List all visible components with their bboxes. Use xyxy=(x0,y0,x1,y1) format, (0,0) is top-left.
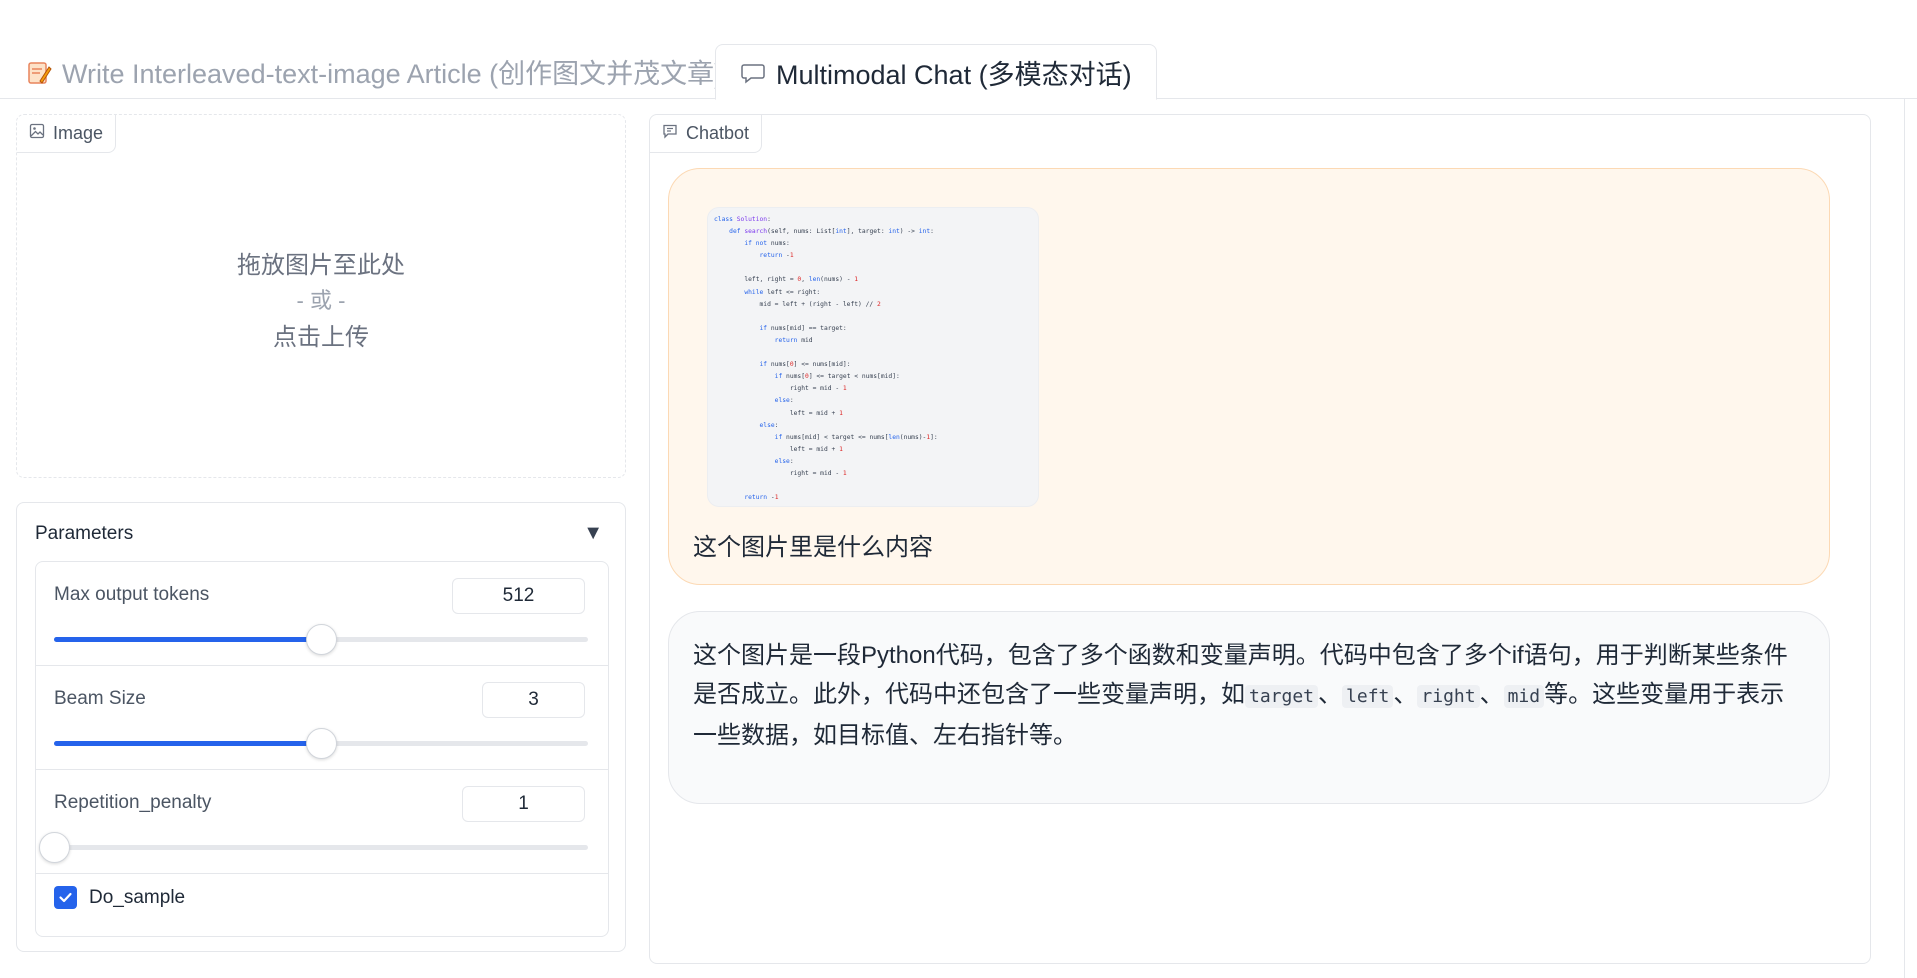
do-sample-label: Do_sample xyxy=(89,886,186,908)
bot-message-bubble: 这个图片是一段Python代码，包含了多个函数和变量声明。代码中包含了多个if语… xyxy=(668,611,1830,804)
image-upload-dropzone[interactable]: Image 拖放图片至此处 - 或 - 点击上传 xyxy=(16,114,626,478)
inline-code-mid: mid xyxy=(1503,685,1545,708)
max-output-tokens-slider-block: Max output tokens 512 xyxy=(36,562,608,666)
parameters-title[interactable]: Parameters xyxy=(35,523,133,545)
separator: 、 xyxy=(1393,681,1418,708)
repetition-penalty-input[interactable]: 1 xyxy=(462,786,585,822)
upload-click-text: 点击上传 xyxy=(273,324,369,351)
repetition-penalty-label: Repetition_penalty xyxy=(54,792,212,813)
max-output-tokens-slider[interactable] xyxy=(54,624,588,655)
inline-code-target: target xyxy=(1245,685,1319,708)
inline-code-left: left xyxy=(1342,685,1394,708)
slider-thumb[interactable] xyxy=(306,728,337,759)
memo-icon xyxy=(26,59,52,85)
code-screenshot-image[interactable]: class Solution: def search(self, nums: L… xyxy=(707,207,1039,507)
speech-bubble-icon xyxy=(740,59,766,85)
max-output-tokens-input[interactable]: 512 xyxy=(452,578,585,614)
upload-drop-text: 拖放图片至此处 xyxy=(237,252,405,279)
slider-fill xyxy=(54,741,321,746)
separator: 、 xyxy=(1318,681,1343,708)
chatbot-label: Chatbot xyxy=(686,123,750,143)
image-label-chip: Image xyxy=(17,115,117,153)
beam-size-slider-block: Beam Size 3 xyxy=(36,666,608,770)
chatbot-label-chip: Chatbot xyxy=(650,115,763,153)
slider-fill xyxy=(54,637,321,642)
max-output-tokens-label: Max output tokens xyxy=(54,584,210,605)
chat-icon xyxy=(662,123,678,144)
do-sample-checkbox[interactable] xyxy=(54,886,77,909)
beam-size-slider[interactable] xyxy=(54,728,588,759)
slider-thumb[interactable] xyxy=(306,624,337,655)
do-sample-row: Do_sample xyxy=(54,886,185,909)
checkmark-icon xyxy=(59,892,72,903)
user-message-text: 这个图片里是什么内容 xyxy=(693,534,933,561)
image-label: Image xyxy=(53,123,104,143)
tab-bar: Write Interleaved-text-image Article (创作… xyxy=(0,44,1917,100)
inline-code-right: right xyxy=(1417,685,1480,708)
parameters-group: Max output tokens 512 Beam Size 3 Repeti… xyxy=(35,561,609,937)
image-icon xyxy=(29,123,45,144)
tab-multimodal-chat-label: Multimodal Chat (多模态对话) xyxy=(776,59,1132,90)
separator: 、 xyxy=(1479,681,1504,708)
beam-size-input[interactable]: 3 xyxy=(482,682,585,718)
upload-or-text: - 或 - xyxy=(296,288,346,313)
user-message-bubble: class Solution: def search(self, nums: L… xyxy=(668,168,1830,585)
chatbot-panel: Chatbot class Solution: def search(self,… xyxy=(649,114,1871,964)
tab-write-article-label: Write Interleaved-text-image Article (创作… xyxy=(62,59,724,89)
repetition-penalty-slider[interactable] xyxy=(39,832,588,863)
beam-size-label: Beam Size xyxy=(54,688,146,709)
bot-message-text: 这个图片是一段Python代码，包含了多个函数和变量声明。代码中包含了多个if语… xyxy=(693,636,1793,755)
collapse-triangle-icon[interactable]: ▼ xyxy=(583,522,603,545)
tab-multimodal-chat[interactable]: Multimodal Chat (多模态对话) xyxy=(715,44,1157,100)
repetition-penalty-slider-block: Repetition_penalty 1 xyxy=(36,770,608,874)
slider-thumb[interactable] xyxy=(39,832,70,863)
parameters-accordion: Parameters ▼ Max output tokens 512 Beam … xyxy=(16,502,626,952)
tab-write-article[interactable]: Write Interleaved-text-image Article (创作… xyxy=(26,44,723,99)
